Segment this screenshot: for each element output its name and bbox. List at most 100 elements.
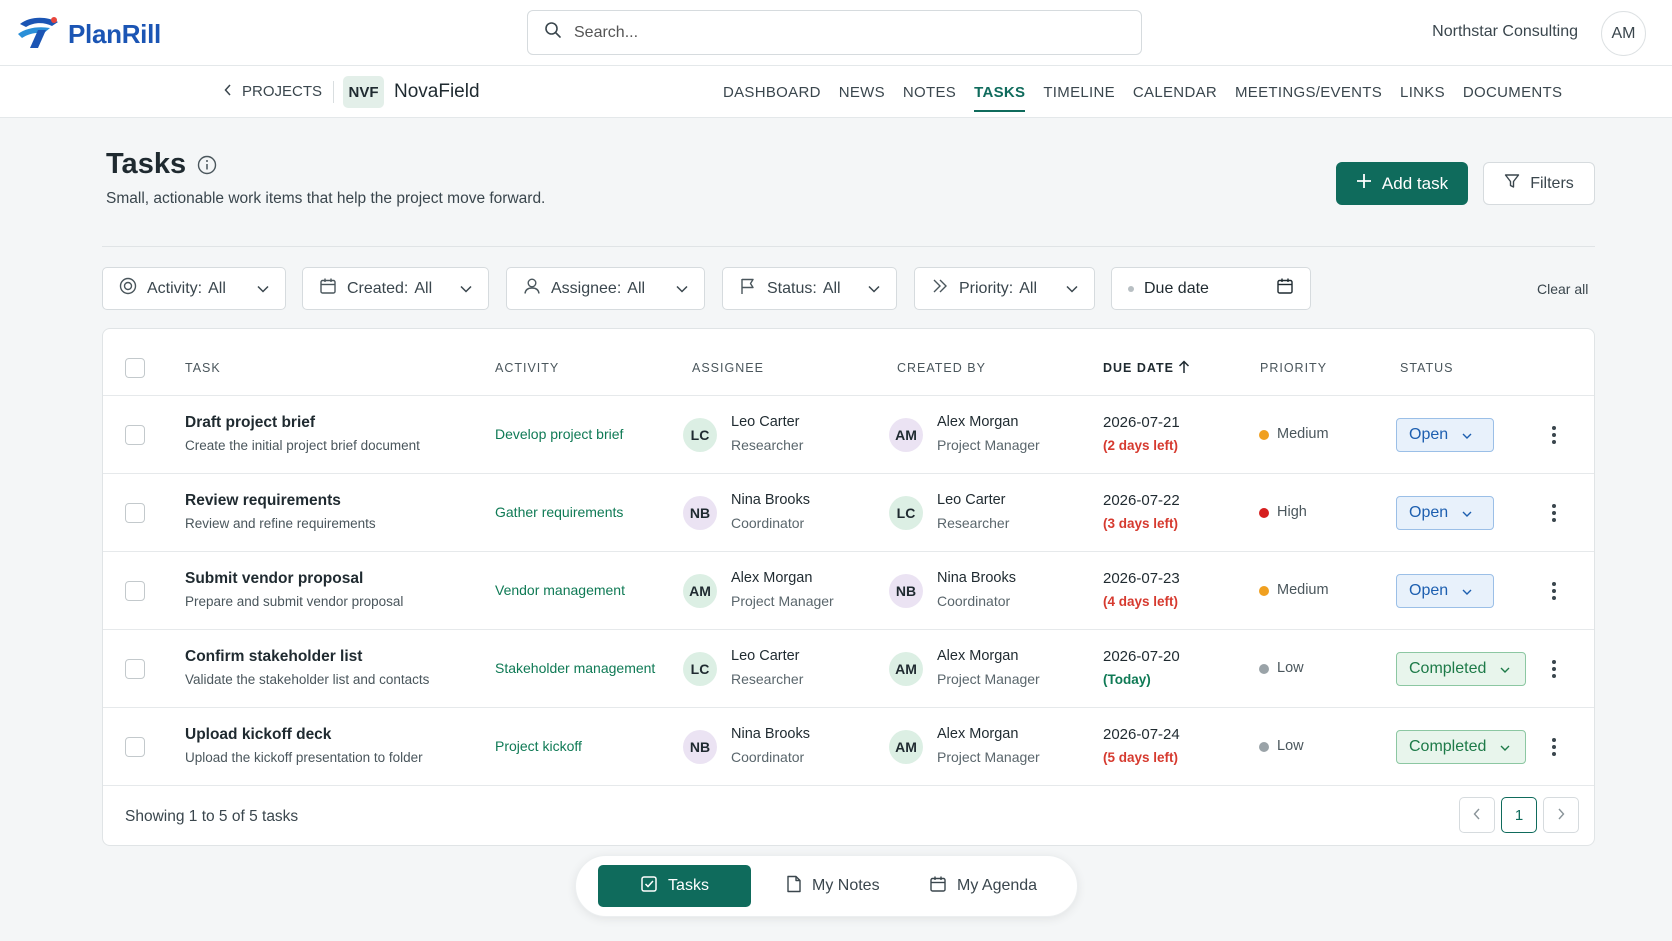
row-menu-icon[interactable] [1547, 735, 1561, 759]
due-date-filter[interactable]: Due date [1111, 267, 1311, 310]
priority-label: Medium [1277, 582, 1329, 598]
priority-filter-value: All [1019, 279, 1038, 297]
task-title[interactable]: Submit vendor proposal [185, 570, 363, 588]
tasks-quick-button[interactable]: Tasks [598, 865, 751, 907]
status-dropdown[interactable]: Open [1396, 496, 1494, 530]
column-header-due-date[interactable]: DUE DATE [1103, 361, 1174, 375]
task-description: Create the initial project brief documen… [185, 438, 420, 453]
select-all-checkbox[interactable] [125, 358, 145, 378]
user-avatar[interactable]: AM [1601, 11, 1646, 56]
column-header-task[interactable]: TASK [185, 361, 221, 375]
tab-timeline[interactable]: TIMELINE [1034, 66, 1124, 118]
app-logo[interactable]: PlanRill [16, 14, 161, 55]
tab-news[interactable]: NEWS [830, 66, 894, 118]
task-title[interactable]: Review requirements [185, 492, 341, 510]
prev-page-button[interactable] [1459, 797, 1495, 833]
table-row[interactable]: Upload kickoff deck Upload the kickoff p… [103, 708, 1594, 786]
tab-meetings-events[interactable]: MEETINGS/EVENTS [1226, 66, 1391, 118]
divider [102, 246, 1595, 247]
priority-filter[interactable]: Priority: All [914, 267, 1095, 310]
tab-documents[interactable]: DOCUMENTS [1454, 66, 1571, 118]
status-dropdown[interactable]: Completed [1396, 652, 1526, 686]
page-title: Tasks [106, 148, 187, 180]
creator-role: Researcher [937, 515, 1010, 531]
creator-name: Alex Morgan [937, 726, 1019, 742]
pagination-summary: Showing 1 to 5 of 5 tasks [125, 808, 299, 825]
status-dropdown[interactable]: Open [1396, 418, 1494, 452]
sort-ascending-icon[interactable] [1178, 360, 1190, 379]
priority-label: High [1277, 504, 1307, 520]
row-menu-icon[interactable] [1547, 579, 1561, 603]
page-subtitle: Small, actionable work items that help t… [106, 190, 546, 207]
task-title[interactable]: Upload kickoff deck [185, 726, 331, 744]
add-task-button[interactable]: Add task [1336, 162, 1468, 205]
assignee-avatar: LC [683, 418, 717, 452]
task-title[interactable]: Confirm stakeholder list [185, 648, 362, 666]
status-dropdown[interactable]: Open [1396, 574, 1494, 608]
project-name: NovaField [394, 81, 480, 102]
organization-name[interactable]: Northstar Consulting [1432, 23, 1578, 41]
table-row[interactable]: Draft project brief Create the initial p… [103, 396, 1594, 474]
column-header-status[interactable]: STATUS [1400, 361, 1453, 375]
row-checkbox[interactable] [125, 425, 145, 445]
tab-calendar[interactable]: CALENDAR [1124, 66, 1226, 118]
priority-filter-label: Priority: [959, 279, 1014, 297]
table-row[interactable]: Submit vendor proposal Prepare and submi… [103, 552, 1594, 630]
clear-all-link[interactable]: Clear all [1537, 281, 1588, 297]
status-dropdown[interactable]: Completed [1396, 730, 1526, 764]
row-menu-icon[interactable] [1547, 501, 1561, 525]
next-page-button[interactable] [1543, 797, 1579, 833]
back-to-projects-link[interactable]: PROJECTS [224, 83, 322, 100]
row-checkbox[interactable] [125, 581, 145, 601]
info-icon[interactable] [197, 155, 217, 180]
row-checkbox[interactable] [125, 503, 145, 523]
activity-link[interactable]: Project kickoff [495, 738, 582, 754]
table-row[interactable]: Confirm stakeholder list Validate the st… [103, 630, 1594, 708]
column-header-created-by[interactable]: CREATED BY [897, 361, 986, 375]
chevron-down-icon [1462, 582, 1472, 600]
due-date: 2026-07-22 [1103, 492, 1180, 509]
chevron-down-icon [1462, 426, 1472, 444]
filters-button[interactable]: Filters [1483, 162, 1595, 205]
task-title[interactable]: Draft project brief [185, 414, 315, 432]
activity-filter[interactable]: Activity: All [102, 267, 286, 310]
assignee-role: Researcher [731, 671, 804, 687]
assignee-filter-value: All [627, 279, 646, 297]
my-agenda-button[interactable]: My Agenda [917, 865, 1049, 907]
status-filter[interactable]: Status: All [722, 267, 897, 310]
status-label: Completed [1409, 738, 1487, 755]
created-filter[interactable]: Created: All [302, 267, 489, 310]
priority-dot-icon [1259, 586, 1269, 596]
column-header-priority[interactable]: PRIORITY [1260, 361, 1327, 375]
creator-role: Project Manager [937, 749, 1040, 765]
row-checkbox[interactable] [125, 659, 145, 679]
tab-links[interactable]: LINKS [1391, 66, 1454, 118]
row-checkbox[interactable] [125, 737, 145, 757]
activity-link[interactable]: Gather requirements [495, 504, 623, 520]
priority-dot-icon [1259, 742, 1269, 752]
creator-role: Project Manager [937, 437, 1040, 453]
search-box[interactable] [527, 10, 1142, 55]
tab-dashboard[interactable]: DASHBOARD [714, 66, 830, 118]
search-icon [544, 21, 562, 44]
assignee-name: Nina Brooks [731, 492, 810, 508]
due-date-filter-label: Due date [1144, 279, 1209, 297]
page-number-button[interactable]: 1 [1501, 797, 1537, 833]
assignee-name: Leo Carter [731, 648, 800, 664]
tab-notes[interactable]: NOTES [894, 66, 965, 118]
my-notes-button[interactable]: My Notes [774, 865, 892, 907]
assignee-filter[interactable]: Assignee: All [506, 267, 705, 310]
tab-tasks[interactable]: TASKS [965, 66, 1034, 118]
activity-link[interactable]: Vendor management [495, 582, 625, 598]
table-row[interactable]: Review requirements Review and refine re… [103, 474, 1594, 552]
row-menu-icon[interactable] [1547, 423, 1561, 447]
my-notes-label: My Notes [812, 877, 880, 894]
column-header-activity[interactable]: ACTIVITY [495, 361, 559, 375]
column-header-assignee[interactable]: ASSIGNEE [692, 361, 764, 375]
row-menu-icon[interactable] [1547, 657, 1561, 681]
activity-link[interactable]: Develop project brief [495, 426, 623, 442]
activity-link[interactable]: Stakeholder management [495, 660, 655, 676]
chevron-down-icon [460, 280, 472, 298]
search-input[interactable] [574, 23, 1114, 42]
status-label: Completed [1409, 660, 1487, 677]
